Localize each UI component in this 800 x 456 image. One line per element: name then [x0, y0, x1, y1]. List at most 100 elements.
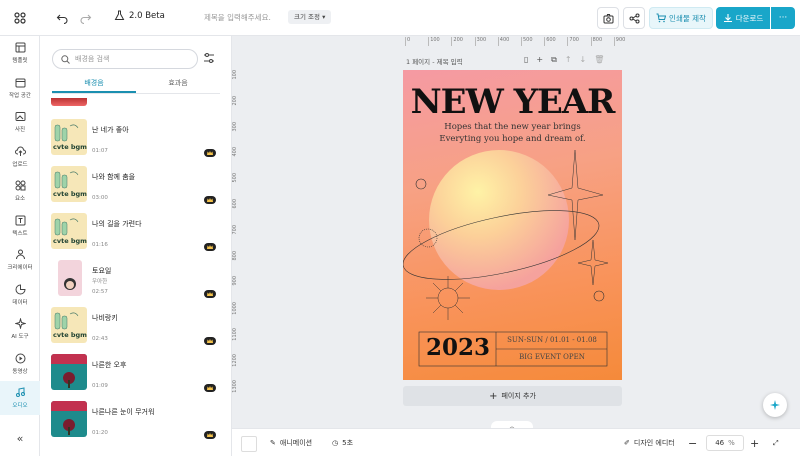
data-icon	[15, 283, 26, 294]
track-item[interactable]: 토요일우아한 02:57	[50, 260, 220, 300]
page-thumbnail[interactable]	[241, 436, 257, 452]
print-order-button[interactable]: 인쇄물 제작	[649, 7, 713, 29]
save-image-button[interactable]	[597, 7, 619, 29]
creator-icon	[15, 249, 25, 260]
duration-button[interactable]: ◷ 5초	[332, 435, 353, 451]
track-item[interactable]: cvte bgm 나와 함께 춤을 03:00	[50, 166, 220, 206]
zoom-field[interactable]: 46 %	[706, 435, 744, 451]
search-box[interactable]	[52, 49, 198, 69]
ruler-tick: 200	[232, 95, 238, 106]
version-beta[interactable]: 2.0 Beta	[114, 10, 165, 21]
rail-item-photo[interactable]: 사진	[0, 105, 40, 139]
star-sparkle-2	[577, 239, 609, 286]
premium-crown-icon	[204, 149, 216, 157]
vertical-ruler: 100 200 300 400 500 600 700 800 900 1000 1100 1200 1…	[232, 70, 240, 410]
rail-item-label: 오디오	[12, 403, 28, 409]
poster-date[interactable]: SUN-SUN / 01.01 - 01.08	[498, 336, 606, 344]
share-icon	[629, 13, 639, 23]
add-page-icon[interactable]: +	[536, 55, 543, 65]
ruler-tick: 300	[474, 37, 486, 46]
resize-button[interactable]: 크기 조정 ▾	[288, 10, 332, 24]
rail-item-label: 작업 공간	[9, 92, 31, 99]
page-label[interactable]: 1 페이지 - 제목 입력	[406, 56, 463, 66]
search-input[interactable]	[75, 55, 185, 63]
track-item[interactable]: cvte bgm 나의 길을 가련다 01:16	[50, 213, 220, 253]
track-duration: 01:07	[92, 148, 108, 154]
tab-bgm[interactable]: 배경음	[52, 76, 136, 93]
design-editor-label: 디자인 에디터	[633, 439, 675, 447]
animation-label: 애니메이션	[279, 439, 313, 447]
title-input[interactable]: 제목을 입력해주세요.	[204, 12, 271, 23]
rail-item-data[interactable]: 데이터	[0, 278, 40, 312]
rail-item-label: 템플릿	[12, 58, 28, 64]
apps-grid-icon[interactable]	[10, 8, 30, 28]
rail-item-label: 크리에이터	[7, 265, 33, 271]
ruler-tick: 500	[232, 173, 238, 183]
collapse-panel-icon[interactable]: «	[0, 428, 40, 448]
download-icon	[723, 14, 732, 23]
ruler-tick: 1000	[232, 302, 238, 315]
rail-item-label: AI 도구	[11, 334, 29, 340]
track-title: 나른나른 눈이 무거워	[92, 408, 155, 416]
poster-subtitle-2[interactable]: Everyting you hope and dream of.	[403, 134, 622, 144]
ruler-tick: 800	[590, 37, 602, 46]
poster-page[interactable]: NEW YEAR Hopes that the new year brings …	[403, 70, 622, 380]
thumb-text: cvte bgm	[53, 237, 87, 245]
poster-headline[interactable]: NEW YEAR	[403, 82, 622, 122]
poster-subtitle-1[interactable]: Hopes that the new year brings	[403, 122, 622, 132]
more-menu-button[interactable]: ···	[771, 7, 795, 29]
side-rail: 템플릿작업 공간사진 업로드 요소 텍스트크리에이터데이터 AI 도구동영상오디오	[0, 36, 40, 456]
duplicate-page-icon[interactable]: ⧉	[551, 55, 557, 65]
track-thumbnail: cvte bgm	[51, 119, 87, 155]
share-button[interactable]	[623, 7, 645, 29]
track-item[interactable]: cvte bgm 난 네가 좋아 01:07	[50, 119, 220, 159]
track-item[interactable]: 나른한 오후 01:09	[50, 354, 220, 394]
poster-year[interactable]: 2023	[421, 334, 495, 361]
fullscreen-icon[interactable]: ⤢	[773, 435, 779, 451]
rail-item-ai[interactable]: AI 도구	[0, 312, 40, 346]
ruler-tick: 700	[567, 37, 579, 46]
track-artist: 우아한	[92, 279, 108, 285]
animation-button[interactable]: ✎ 애니메이션	[270, 435, 312, 451]
rail-item-video[interactable]: 동영상	[0, 347, 40, 381]
track-title: 난 네가 좋아	[92, 126, 129, 134]
timer-icon: ◷	[332, 439, 339, 447]
poster-event[interactable]: BIG EVENT OPEN	[498, 353, 606, 361]
rail-item-elements[interactable]: 요소	[0, 174, 40, 208]
rail-item-audio[interactable]: 오디오	[0, 381, 40, 415]
track-duration: 02:57	[92, 289, 108, 295]
page-file-icon[interactable]: ▯	[524, 55, 528, 65]
track-thumb-partial	[51, 98, 87, 106]
rail-item-creator[interactable]: 크리에이터	[0, 243, 40, 277]
zoom-out-button[interactable]: −	[688, 435, 697, 451]
rail-item-text[interactable]: 텍스트	[0, 209, 40, 243]
design-editor-button[interactable]: ✐ 디자인 에디터	[624, 435, 675, 451]
premium-crown-icon	[204, 243, 216, 251]
add-page-button[interactable]: + 페이지 추가	[403, 386, 622, 406]
redo-icon[interactable]	[76, 8, 96, 28]
delete-page-icon[interactable]: 🗑	[594, 55, 604, 65]
ruler-tick: 0	[405, 37, 410, 46]
print-label: 인쇄물 제작	[669, 13, 706, 23]
undo-icon[interactable]	[52, 8, 72, 28]
rail-item-upload[interactable]: 업로드	[0, 140, 40, 174]
rail-item-folder[interactable]: 작업 공간	[0, 71, 40, 105]
zoom-in-button[interactable]: +	[750, 435, 759, 451]
premium-crown-icon	[204, 196, 216, 204]
track-title: 나와 함께 춤을	[92, 173, 136, 181]
ai-assist-button[interactable]	[763, 393, 787, 417]
audio-icon	[15, 387, 25, 397]
upload-icon	[14, 146, 26, 156]
move-up-icon[interactable]: ↑	[565, 55, 572, 65]
track-title: 토요일	[92, 267, 112, 275]
tab-sfx[interactable]: 효과음	[136, 76, 220, 93]
track-item[interactable]: 나른나른 눈이 무거워 01:20	[50, 401, 220, 441]
move-down-icon[interactable]: ↓	[580, 55, 587, 65]
filter-icon[interactable]	[202, 51, 216, 65]
download-button[interactable]: 다운로드	[716, 7, 770, 29]
horizontal-ruler: 0 100 200 300 400 500 600 700 800 900	[400, 36, 640, 46]
rail-item-template[interactable]: 템플릿	[0, 36, 40, 70]
photo-icon	[15, 112, 25, 121]
track-item[interactable]: cvte bgm 나비랑키 02:43	[50, 307, 220, 347]
premium-crown-icon	[204, 290, 216, 298]
